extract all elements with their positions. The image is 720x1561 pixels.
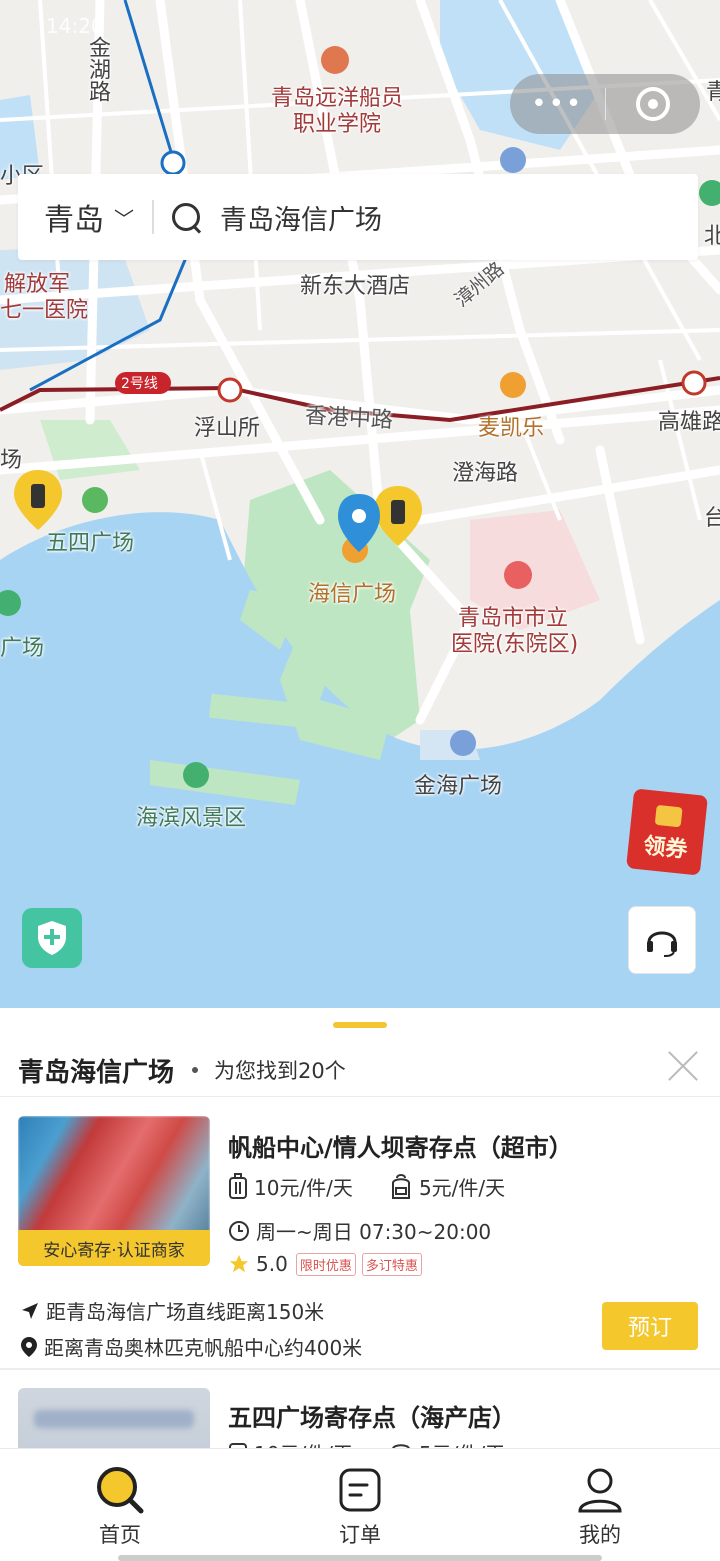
storage-card[interactable]: 安心寄存·认证商家 帆船中心/情人坝寄存点（超市） 10元/件/天 5元/件/天… — [0, 1116, 720, 1378]
separator-dot — [192, 1067, 199, 1073]
mini-program-capsule: ••• — [510, 74, 700, 134]
price-row: 10元/件/天 5元/件/天 — [228, 1172, 505, 1201]
straight-distance: 距青岛海信广场直线距离150米 — [46, 1300, 325, 1324]
storage-photo[interactable] — [18, 1388, 210, 1448]
city-selector[interactable]: 青岛 — [44, 195, 104, 239]
map-label: 青 — [706, 80, 720, 105]
results-title: 青岛海信广场 — [18, 1057, 175, 1088]
navigation-arrow-icon — [22, 1302, 38, 1319]
luggage-icon — [229, 1172, 247, 1199]
order-icon — [339, 1468, 381, 1512]
coupon-label: 领券 — [642, 833, 689, 864]
search-icon — [172, 203, 200, 231]
luggage-icon — [229, 1442, 247, 1448]
hours-row: 周一~周日 07:30~20:00 — [228, 1216, 491, 1245]
map-label: 海滨风景区 — [136, 806, 247, 831]
bag-price: 5元/件/天 — [418, 1176, 506, 1200]
backpack-icon — [392, 1443, 410, 1448]
profile-icon — [578, 1468, 622, 1513]
drag-handle[interactable] — [333, 1022, 387, 1028]
luggage-price: 10元/件/天 — [254, 1438, 353, 1448]
map-label: 金湖路 — [85, 36, 110, 102]
headset-icon — [647, 931, 677, 957]
search-input[interactable]: 青岛海信广场 — [220, 198, 382, 237]
tab-profile[interactable]: 我的 — [480, 1449, 720, 1561]
map-label: 台 — [704, 506, 720, 531]
distance-row: 距青岛海信广场直线距离150米 — [20, 1296, 324, 1325]
map-label: 新东大酒店 — [300, 274, 411, 299]
map-label: 海信广场 — [308, 582, 397, 607]
rating-value: 5.0 — [256, 1252, 288, 1276]
tab-label: 首页 — [99, 1523, 141, 1547]
map-label: 医院(东院区) — [451, 632, 579, 657]
bag-price: 5元/件/天 — [419, 1438, 505, 1448]
search-icon — [97, 1467, 144, 1514]
safety-shield-button[interactable] — [22, 908, 82, 968]
coupon-seal-icon — [654, 804, 683, 828]
map-label: 广场 — [0, 636, 45, 661]
map-label: 浮山所 — [194, 416, 261, 441]
location-pin-icon — [21, 1336, 37, 1357]
map-label: 高雄路 — [658, 410, 720, 435]
clock-icon — [229, 1220, 249, 1241]
storage-name: 五四广场寄存点（海产店） — [228, 1404, 516, 1432]
divider — [0, 1368, 720, 1370]
map-label: 北 — [704, 224, 720, 249]
map-label: 麦凯乐 — [478, 416, 545, 441]
map-label: 场 — [0, 448, 23, 473]
home-indicator — [118, 1555, 602, 1561]
star-icon — [229, 1254, 249, 1273]
target-ring-icon[interactable] — [606, 87, 701, 121]
close-icon[interactable] — [666, 1048, 700, 1082]
tab-home[interactable]: 首页 — [0, 1449, 240, 1561]
map-canvas — [0, 0, 720, 1010]
customer-service-button[interactable] — [628, 906, 696, 974]
bottom-tab-bar: 首页 订单 我的 — [0, 1448, 720, 1561]
map-label: 五四广场 — [46, 531, 135, 556]
results-count: 为您找到20个 — [214, 1059, 346, 1083]
map-label: 金海广场 — [414, 774, 503, 799]
search-bar[interactable]: 青岛 ﹀ 青岛海信广场 — [18, 174, 698, 260]
luggage-price: 10元/件/天 — [254, 1176, 353, 1200]
opening-hours: 周一~周日 07:30~20:00 — [256, 1220, 492, 1244]
book-button[interactable]: 预订 — [602, 1302, 698, 1350]
landmark-row: 距离青岛奥林匹克帆船中心约400米 — [20, 1332, 362, 1361]
map-label: 七一医院 — [0, 298, 89, 323]
map-label: 香港中路 — [304, 403, 394, 434]
shield-plus-icon — [38, 921, 66, 955]
promo-tag: 多订特惠 — [361, 1252, 422, 1276]
divider — [152, 200, 154, 234]
price-row: 10元/件/天 5元/件/天 — [228, 1438, 505, 1448]
backpack-icon — [391, 1173, 410, 1199]
storage-card[interactable]: 五四广场寄存点（海产店） 10元/件/天 5元/件/天 — [0, 1388, 720, 1448]
status-time: 14:20 — [46, 14, 104, 38]
landmark-distance: 距离青岛奥林匹克帆船中心约400米 — [44, 1336, 363, 1360]
coupon-button[interactable]: 领券 — [626, 788, 708, 876]
tab-orders[interactable]: 订单 — [240, 1449, 480, 1561]
map-view[interactable]: 14:20 金湖路 青岛远洋船员职业学院 小区 解放军 七一医院 新东大酒店 漳… — [0, 0, 720, 1010]
chevron-down-icon[interactable]: ﹀ — [114, 203, 134, 232]
map-label: 澄海路 — [452, 461, 519, 486]
rating-row: 5.0 限时优惠 多订特惠 — [228, 1252, 422, 1276]
tab-label: 我的 — [579, 1523, 621, 1547]
results-panel: 青岛海信广场 为您找到20个 安心寄存·认证商家 帆船中心/情人坝寄存点（超市）… — [0, 1008, 720, 1448]
storage-name: 帆船中心/情人坝寄存点（超市） — [228, 1134, 573, 1162]
promo-tag: 限时优惠 — [295, 1252, 356, 1276]
more-dots-icon[interactable]: ••• — [510, 89, 605, 119]
metro-line-label: 2号线 — [121, 376, 158, 392]
certified-badge: 安心寄存·认证商家 — [18, 1230, 210, 1266]
tab-label: 订单 — [339, 1523, 381, 1547]
results-header: 青岛海信广场 为您找到20个 — [18, 1046, 708, 1094]
map-label: 青岛远洋船员职业学院 — [270, 86, 403, 137]
storage-photo[interactable]: 安心寄存·认证商家 — [18, 1116, 210, 1266]
divider — [0, 1096, 720, 1097]
